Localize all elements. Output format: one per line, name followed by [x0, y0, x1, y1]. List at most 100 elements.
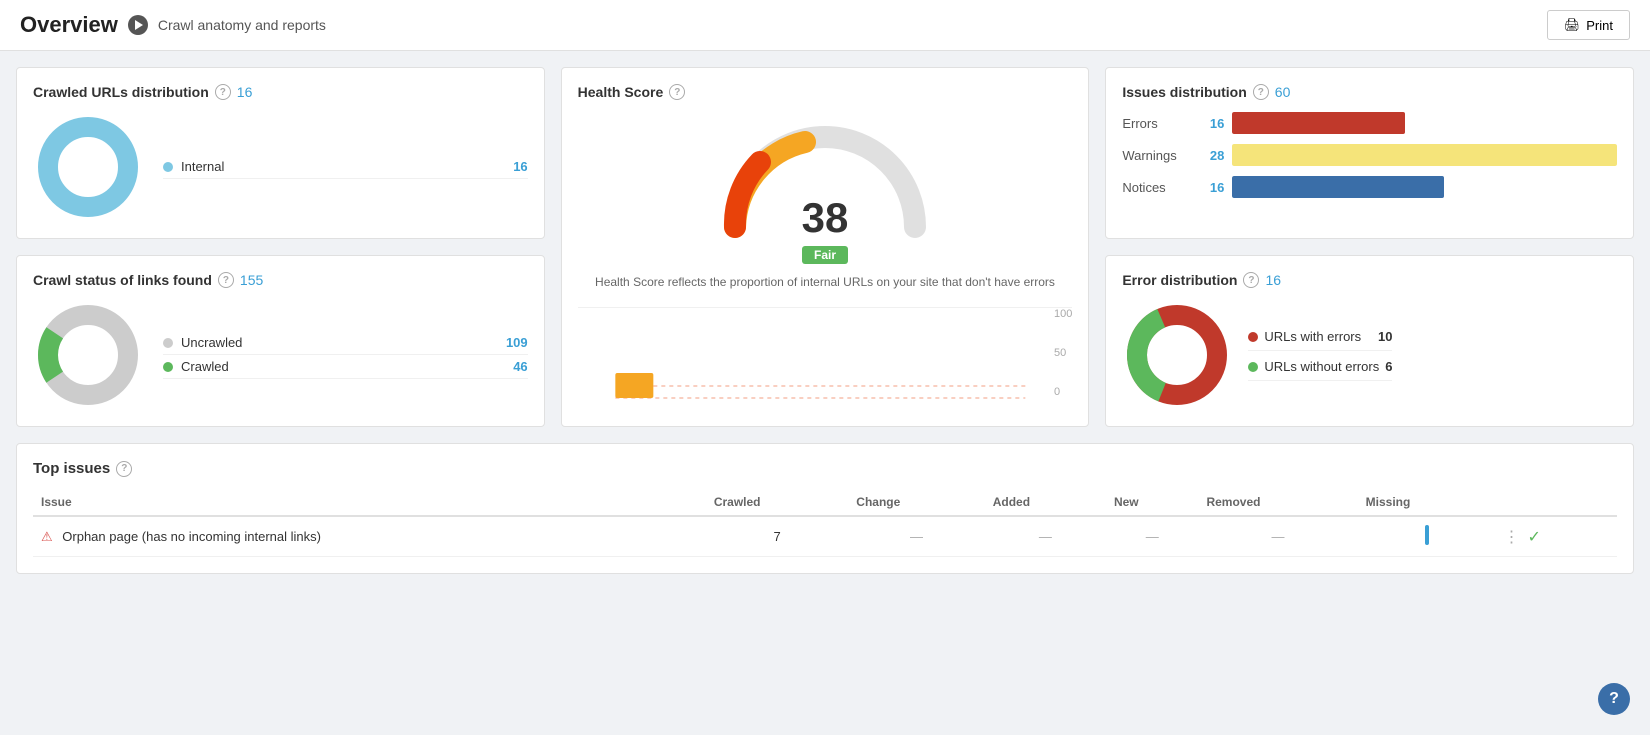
header-left: Overview Crawl anatomy and reports	[20, 12, 326, 38]
help-button[interactable]: ?	[1598, 683, 1630, 715]
error-distribution-help-icon[interactable]: ?	[1243, 272, 1259, 288]
uncrawled-value: 109	[506, 335, 528, 350]
crawled-dot	[163, 362, 173, 372]
crawled-value: 46	[513, 359, 527, 374]
warnings-count: 28	[1200, 148, 1224, 163]
crawl-status-donut-row: Uncrawled 109 Crawled 46	[33, 300, 528, 410]
more-options-icon[interactable]: ⋮	[1504, 527, 1520, 547]
added-cell: —	[985, 516, 1106, 557]
list-item: Errors 16	[1122, 112, 1617, 134]
warnings-bar-fill	[1232, 144, 1617, 166]
crawl-status-title: Crawl status of links found ? 155	[33, 272, 528, 288]
new-cell: —	[1106, 516, 1198, 557]
health-score-title: Health Score ?	[578, 84, 1073, 100]
urls-with-errors-label: URLs with errors	[1264, 329, 1361, 344]
top-issues-section: Top issues ? Issue Crawled Change Added …	[16, 443, 1634, 574]
issue-text: Orphan page (has no incoming internal li…	[62, 529, 321, 544]
action-icons: ⋮ ✓	[1504, 527, 1609, 547]
print-label: Print	[1586, 18, 1613, 33]
crawled-label: Crawled	[181, 359, 229, 374]
col-added: Added	[985, 489, 1106, 516]
notices-bar-bg	[1232, 176, 1617, 198]
error-distribution-count: 16	[1265, 272, 1281, 288]
list-item: URLs without errors 6	[1248, 359, 1392, 381]
col-missing: Missing	[1358, 489, 1496, 516]
issues-bars: Errors 16 Warnings 28 Notices 16	[1122, 112, 1617, 198]
col-change: Change	[848, 489, 984, 516]
table-header-row: Issue Crawled Change Added New Removed M…	[33, 489, 1617, 516]
actions-cell: ⋮ ✓	[1496, 516, 1617, 557]
health-chart-area: 100 50 0	[578, 307, 1073, 407]
chart-label-100: 100	[1054, 308, 1072, 320]
crawled-urls-count: 16	[237, 84, 253, 100]
urls-without-errors-value: 6	[1385, 359, 1392, 374]
internal-dot	[163, 162, 173, 172]
table-row: ⚠ Orphan page (has no incoming internal …	[33, 516, 1617, 557]
missing-bar	[1425, 525, 1429, 545]
top-issues-help-icon[interactable]: ?	[116, 461, 132, 477]
chart-label-0: 0	[1054, 386, 1072, 398]
urls-without-errors-label: URLs without errors	[1264, 359, 1379, 374]
notices-bar-fill	[1232, 176, 1444, 198]
error-distribution-title: Error distribution ? 16	[1122, 272, 1617, 288]
col-issue: Issue	[33, 489, 706, 516]
col-new: New	[1106, 489, 1198, 516]
crawled-cell: 7	[706, 516, 848, 557]
main-content: Crawled URLs distribution ? 16 Internal …	[0, 51, 1650, 590]
errors-bar-bg	[1232, 112, 1617, 134]
top-issues-title: Top issues ?	[33, 460, 1617, 477]
list-item: Crawled 46	[163, 355, 528, 379]
col-actions	[1496, 489, 1617, 516]
uncrawled-label: Uncrawled	[181, 335, 242, 350]
crawled-urls-legend: Internal 16	[163, 155, 528, 179]
chart-label-50: 50	[1054, 347, 1072, 359]
crawled-urls-card: Crawled URLs distribution ? 16 Internal …	[16, 67, 545, 239]
change-cell: —	[848, 516, 984, 557]
internal-value: 16	[513, 159, 527, 174]
urls-with-errors-dot	[1248, 332, 1258, 342]
issues-distribution-card: Issues distribution ? 60 Errors 16 Warni…	[1105, 67, 1634, 239]
warnings-label: Warnings	[1122, 148, 1192, 163]
play-icon[interactable]	[128, 15, 148, 35]
error-legend: URLs with errors 10 URLs without errors …	[1248, 329, 1392, 381]
error-distribution-donut	[1122, 300, 1232, 410]
error-icon: ⚠	[41, 529, 53, 544]
crawl-status-help-icon[interactable]: ?	[218, 272, 234, 288]
error-distribution-card: Error distribution ? 16 URLs with errors…	[1105, 255, 1634, 427]
crawl-status-count: 155	[240, 272, 263, 288]
warnings-bar-bg	[1232, 144, 1617, 166]
printer-icon: 🖨	[1564, 17, 1581, 33]
removed-cell: —	[1198, 516, 1357, 557]
crawled-urls-donut	[33, 112, 143, 222]
crawled-urls-help-icon[interactable]: ?	[215, 84, 231, 100]
check-icon[interactable]: ✓	[1528, 527, 1541, 547]
crawl-status-legend: Uncrawled 109 Crawled 46	[163, 331, 528, 379]
issues-distribution-title: Issues distribution ? 60	[1122, 84, 1617, 100]
health-score-help-icon[interactable]: ?	[669, 84, 685, 100]
chart-y-labels: 100 50 0	[1054, 308, 1072, 398]
gauge-wrapper: 38	[715, 112, 935, 242]
issues-distribution-help-icon[interactable]: ?	[1253, 84, 1269, 100]
notices-label: Notices	[1122, 180, 1192, 195]
health-score-card: Health Score ? 38 Fair Health Score refl…	[561, 67, 1090, 427]
missing-cell	[1358, 516, 1496, 557]
issues-table: Issue Crawled Change Added New Removed M…	[33, 489, 1617, 557]
header: Overview Crawl anatomy and reports 🖨 Pri…	[0, 0, 1650, 51]
uncrawled-dot	[163, 338, 173, 348]
errors-bar-fill	[1232, 112, 1405, 134]
errors-count: 16	[1200, 116, 1224, 131]
list-item: Notices 16	[1122, 176, 1617, 198]
list-item: Uncrawled 109	[163, 331, 528, 355]
top-issues-card: Top issues ? Issue Crawled Change Added …	[16, 443, 1634, 574]
urls-without-errors-dot	[1248, 362, 1258, 372]
health-chart-svg	[578, 318, 1073, 408]
errors-label: Errors	[1122, 116, 1192, 131]
col-crawled: Crawled	[706, 489, 848, 516]
crawled-urls-donut-row: Internal 16	[33, 112, 528, 222]
col-removed: Removed	[1198, 489, 1357, 516]
crawl-status-card: Crawl status of links found ? 155 Uncraw…	[16, 255, 545, 427]
print-button[interactable]: 🖨 Print	[1547, 10, 1630, 40]
internal-label: Internal	[181, 159, 224, 174]
notices-count: 16	[1200, 180, 1224, 195]
issue-cell: ⚠ Orphan page (has no incoming internal …	[33, 516, 706, 557]
